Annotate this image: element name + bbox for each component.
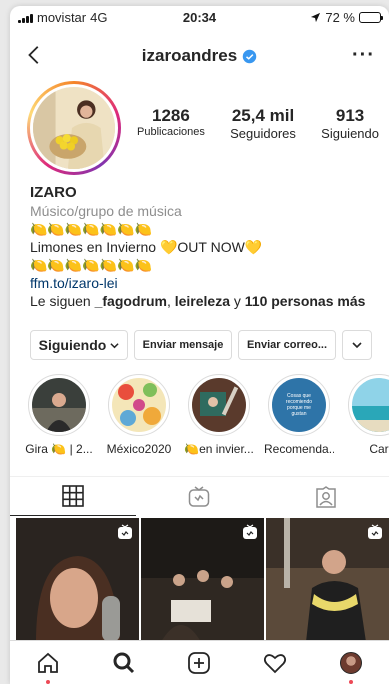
highlight-item[interactable]: México2020: [104, 374, 174, 464]
tagged-icon: [316, 485, 336, 508]
nav-activity[interactable]: [260, 648, 290, 678]
profile-stats: 1286 Publicaciones 25,4 mil Seguidores 9…: [137, 106, 379, 141]
battery-percentage: 72 %: [325, 10, 355, 25]
profile-category: Músico/grupo de música: [30, 203, 182, 219]
send-email-button[interactable]: Enviar correo...: [238, 330, 336, 360]
highlight-item[interactable]: Car: [344, 374, 389, 464]
profile-header: izaroandres ···: [10, 36, 389, 76]
highlight-cover: [112, 378, 166, 432]
profile-photo-art: [33, 87, 115, 169]
igtv-badge-icon: [368, 524, 382, 539]
send-message-button[interactable]: Enviar mensaje: [134, 330, 232, 360]
nav-home[interactable]: [33, 648, 63, 684]
highlight-ring: [28, 374, 90, 436]
bio-line-2: Limones en Invierno 💛OUT NOW💛: [30, 239, 263, 255]
chevron-down-icon: [110, 342, 119, 348]
stat-followers-number: 25,4 mil: [231, 106, 295, 125]
profile-avatar-story-ring[interactable]: [27, 81, 121, 175]
highlight-cover: [192, 378, 246, 432]
followed-by-prefix: Le siguen: [30, 293, 95, 309]
activity-icon: [264, 653, 287, 673]
tab-grid[interactable]: [10, 477, 137, 516]
igtv-icon: [189, 485, 210, 507]
bio-link[interactable]: ffm.to/izaro-lei: [30, 274, 379, 292]
notification-dot: [349, 679, 354, 684]
stat-posts-number: 1286: [152, 106, 190, 125]
followed-by-separator: ,: [166, 293, 175, 309]
bio-emoji-line-3: 🍋🍋🍋🍋🍋🍋🍋: [30, 257, 153, 273]
tab-tagged[interactable]: [263, 477, 389, 516]
post-thumbnail[interactable]: [266, 518, 389, 642]
profile-photo: [33, 87, 115, 169]
highlight-label: Gira 🍋 | 2...: [25, 442, 93, 456]
status-bar: movistar 4G 20:34 72 %: [10, 6, 389, 28]
nav-search[interactable]: [109, 648, 139, 678]
new-post-icon: [188, 651, 211, 674]
nav-new-post[interactable]: [184, 648, 214, 678]
profile-display-name: IZARO: [30, 184, 77, 201]
notification-dot: [45, 679, 50, 684]
post-thumbnail[interactable]: [16, 518, 139, 642]
stat-followers[interactable]: 25,4 mil Seguidores: [230, 106, 296, 141]
search-icon: [113, 652, 134, 673]
stat-followers-label: Seguidores: [230, 126, 296, 141]
highlight-label: México2020: [106, 442, 172, 456]
stat-posts: 1286 Publicaciones: [137, 106, 205, 141]
stat-following[interactable]: 913 Siguiendo: [321, 106, 379, 141]
verified-badge-icon: [242, 49, 257, 63]
highlight-item[interactable]: Gira 🍋 | 2...: [24, 374, 94, 464]
suggested-accounts-button[interactable]: [342, 330, 372, 360]
igtv-badge-icon: [243, 524, 257, 539]
nav-profile[interactable]: [336, 648, 366, 684]
stat-following-label: Siguiendo: [321, 126, 379, 141]
stat-following-number: 913: [335, 106, 365, 125]
highlight-cover: Cosas que recomiendo porque me gustan: [272, 378, 326, 432]
followed-by-and: y: [230, 293, 245, 309]
highlight-label: 🍋en invier...: [184, 442, 254, 456]
followed-by-more: 110 personas más: [244, 293, 366, 309]
highlight-cover: [352, 378, 389, 432]
home-icon: [37, 652, 58, 673]
following-button-label: Siguiendo: [38, 337, 107, 353]
followed-by[interactable]: Le siguen _fagodrum, leireleza y 110 per…: [30, 292, 379, 310]
highlight-label: Recomenda...: [264, 442, 334, 456]
following-button[interactable]: Siguiendo: [30, 330, 128, 360]
story-highlights: Gira 🍋 | 2... México2020 🍋en invier... C…: [10, 374, 389, 464]
followed-by-user-2: leireleza: [174, 293, 230, 309]
bottom-navigation: [10, 640, 389, 684]
highlight-ring: [188, 374, 250, 436]
username-container: izaroandres: [10, 46, 389, 66]
more-options-icon[interactable]: ···: [352, 44, 375, 67]
stat-posts-label: Publicaciones: [137, 126, 205, 138]
chevron-down-icon: [352, 342, 362, 349]
battery-icon: [359, 12, 383, 23]
highlight-item[interactable]: 🍋en invier...: [184, 374, 254, 464]
highlight-cover: [32, 378, 86, 432]
profile-username: izaroandres: [141, 46, 238, 65]
location-arrow-icon: [311, 12, 321, 23]
status-right: 72 %: [310, 10, 383, 25]
highlight-ring: [348, 374, 389, 436]
highlight-ring: Cosas que recomiendo porque me gustan: [268, 374, 330, 436]
bio-emoji-line-1: 🍋🍋🍋🍋🍋🍋🍋: [30, 221, 153, 237]
igtv-badge-icon: [118, 524, 132, 539]
grid-icon: [62, 485, 84, 507]
highlight-label: Car: [369, 442, 389, 456]
highlight-ring: [108, 374, 170, 436]
highlight-cover-text: Cosas que recomiendo porque me gustan: [285, 393, 313, 417]
posts-grid: [16, 518, 389, 642]
profile-bio: IZARO Músico/grupo de música 🍋🍋🍋🍋🍋🍋🍋 Lim…: [30, 184, 379, 310]
profile-avatar: [340, 651, 363, 674]
highlight-item[interactable]: Cosas que recomiendo porque me gustan Re…: [264, 374, 334, 464]
post-thumbnail[interactable]: [141, 518, 264, 642]
avatar-frame: [30, 84, 118, 172]
tab-igtv[interactable]: [136, 477, 262, 516]
profile-tabs: [10, 476, 389, 516]
instagram-profile-screen: movistar 4G 20:34 72 % izaroandres ··· 1…: [10, 6, 389, 684]
followed-by-user-1: _fagodrum: [94, 293, 167, 309]
profile-action-buttons: Siguiendo Enviar mensaje Enviar correo..…: [30, 330, 375, 360]
